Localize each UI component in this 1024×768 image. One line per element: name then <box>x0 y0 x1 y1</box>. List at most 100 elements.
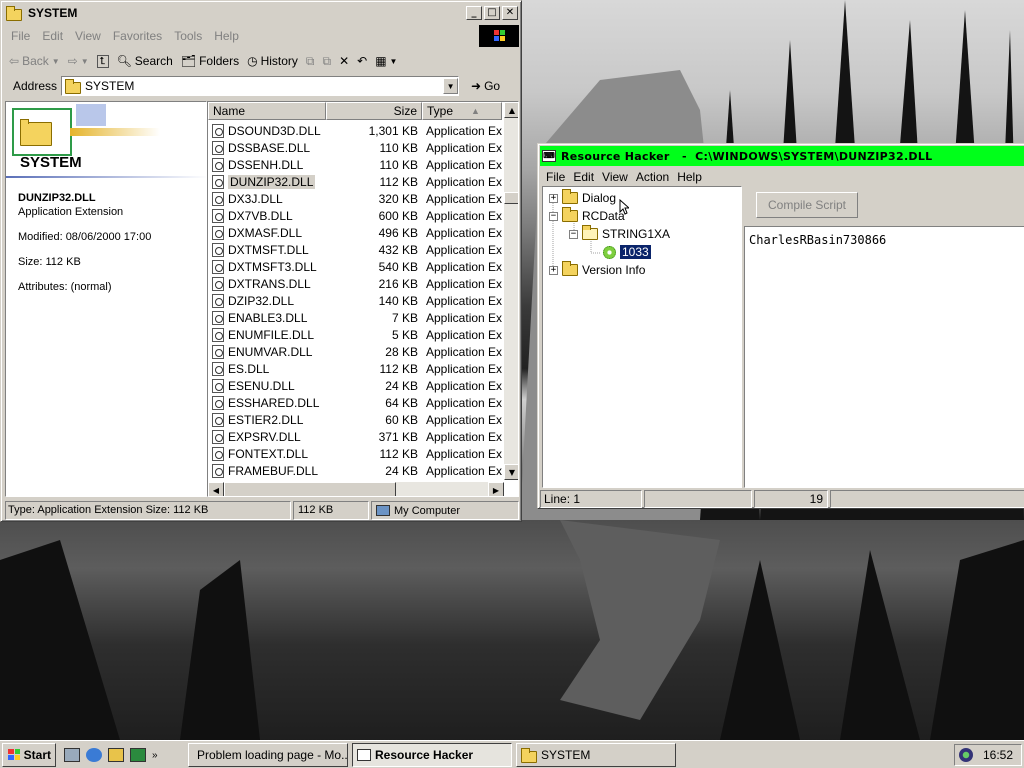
folder-icon <box>65 78 82 94</box>
internet-explorer-icon[interactable] <box>86 748 102 762</box>
menu-action[interactable]: Action <box>632 170 673 184</box>
collapse-icon[interactable]: − <box>549 211 558 221</box>
minimize-button[interactable]: _ <box>466 6 482 20</box>
file-type: Application Exte <box>426 174 502 189</box>
file-name-cell: DSSBASE.DLL <box>208 140 326 155</box>
compile-script-button[interactable]: Compile Script <box>756 192 858 218</box>
address-input[interactable]: SYSTEM ▼ <box>61 76 460 96</box>
go-button[interactable]: ➜ Go <box>467 75 504 97</box>
explorer-titlebar[interactable]: SYSTEM _ □ ✕ <box>4 4 518 22</box>
horizontal-scrollbar[interactable]: ◀ ▶ <box>208 482 504 496</box>
reshacker-titlebar[interactable]: ⌨ Resource Hacker - C:\WINDOWS\SYSTEM\DU… <box>540 146 1024 166</box>
file-name: DZIP32.DLL <box>228 293 295 308</box>
menu-edit[interactable]: Edit <box>569 170 598 184</box>
file-row[interactable]: FONTEXT.DLL 112 KB Application Exte <box>208 445 502 462</box>
task-system[interactable]: SYSTEM <box>516 743 676 767</box>
tree-label-1033: 1033 <box>619 244 652 260</box>
outlook-icon[interactable] <box>108 748 124 762</box>
network-icon[interactable] <box>959 748 973 762</box>
file-row[interactable]: DSSBASE.DLL 110 KB Application Exte <box>208 139 502 156</box>
task-resource-hacker[interactable]: Resource Hacker <box>352 743 512 767</box>
menu-help[interactable]: Help <box>673 170 706 184</box>
tree-item-rcdata[interactable]: − RCData <box>549 207 625 223</box>
file-row[interactable]: DXTRANS.DLL 216 KB Application Exte <box>208 275 502 292</box>
task-resource-hacker-label: Resource Hacker <box>375 748 474 762</box>
expand-icon[interactable]: + <box>549 193 558 203</box>
scroll-right-button[interactable]: ▶ <box>488 482 504 496</box>
start-button[interactable]: Start <box>2 743 56 767</box>
file-row[interactable]: EXPSRV.DLL 371 KB Application Exte <box>208 428 502 445</box>
menu-help[interactable]: Help <box>208 29 245 43</box>
file-row[interactable]: ESENU.DLL 24 KB Application Exte <box>208 377 502 394</box>
menu-file[interactable]: File <box>542 170 569 184</box>
file-row[interactable]: ESSHARED.DLL 64 KB Application Exte <box>208 394 502 411</box>
collapse-icon[interactable]: − <box>569 229 578 239</box>
scroll-thumb[interactable] <box>504 192 518 204</box>
menu-favorites[interactable]: Favorites <box>107 29 168 43</box>
undo-button[interactable]: ↶ <box>353 50 371 72</box>
column-size[interactable]: Size <box>326 102 422 120</box>
vertical-scrollbar[interactable]: ▲ ▼ <box>504 102 518 480</box>
menu-view[interactable]: View <box>598 170 632 184</box>
forward-button[interactable]: ⇨ ▼ <box>64 50 93 72</box>
menu-file[interactable]: File <box>5 29 36 43</box>
tree-item-version-info[interactable]: + Version Info <box>549 261 645 277</box>
menu-view[interactable]: View <box>69 29 107 43</box>
tree-item-string1xa[interactable]: − STRING1XA <box>569 225 670 241</box>
address-dropdown-button[interactable]: ▼ <box>443 78 459 94</box>
file-row[interactable]: ENUMVAR.DLL 28 KB Application Exte <box>208 343 502 360</box>
file-size: 432 KB <box>378 242 418 257</box>
folder-icon <box>562 189 578 204</box>
hscroll-thumb[interactable] <box>224 482 396 496</box>
copy-to-button[interactable]: ⧉ <box>318 50 335 72</box>
views-icon: ▦ <box>375 54 387 68</box>
show-desktop-icon[interactable] <box>64 748 80 762</box>
chevron-right-icon[interactable]: » <box>152 750 158 761</box>
menu-tools[interactable]: Tools <box>168 29 208 43</box>
file-name-cell: ENUMVAR.DLL <box>208 344 326 359</box>
file-size: 7 KB <box>391 310 418 325</box>
scroll-up-button[interactable]: ▲ <box>504 102 518 118</box>
file-row[interactable]: DXTMSFT.DLL 432 KB Application Exte <box>208 241 502 258</box>
folders-button[interactable]: 🗂︎ Folders <box>177 50 243 72</box>
file-row[interactable]: DXTMSFT3.DLL 540 KB Application Exte <box>208 258 502 275</box>
menu-edit[interactable]: Edit <box>36 29 69 43</box>
reshacker-title: Resource Hacker - C:\WINDOWS\SYSTEM\DUNZ… <box>561 149 933 163</box>
file-row[interactable]: ENUMFILE.DLL 5 KB Application Exte <box>208 326 502 343</box>
column-name[interactable]: Name <box>208 102 326 120</box>
file-row[interactable]: DSSENH.DLL 110 KB Application Exte <box>208 156 502 173</box>
scroll-down-button[interactable]: ▼ <box>504 464 518 480</box>
maximize-button[interactable]: □ <box>484 6 500 20</box>
file-row[interactable]: DX7VB.DLL 600 KB Application Exte <box>208 207 502 224</box>
column-type[interactable]: Type ▲ <box>422 102 502 120</box>
file-row[interactable]: ES.DLL 112 KB Application Exte <box>208 360 502 377</box>
task-firefox[interactable]: Problem loading page - Mo... <box>188 743 348 767</box>
file-row[interactable]: DXMASF.DLL 496 KB Application Exte <box>208 224 502 241</box>
views-button[interactable]: ▦ ▼ <box>371 50 401 72</box>
search-icon: 🔍︎ <box>116 54 132 68</box>
tree-item-1033[interactable]: 1033 <box>603 244 652 260</box>
file-row[interactable]: FRAMEBUF.DLL 24 KB Application Exte <box>208 462 502 479</box>
scroll-left-button[interactable]: ◀ <box>208 482 224 496</box>
file-row[interactable]: ENABLE3.DLL 7 KB Application Exte <box>208 309 502 326</box>
resource-tree: + Dialog − RCData − STRING1XA 1033 + Ver… <box>542 186 742 488</box>
media-player-icon[interactable] <box>130 748 146 762</box>
delete-button[interactable]: ✕ <box>335 50 353 72</box>
file-name: DXTRANS.DLL <box>228 276 311 291</box>
file-row[interactable]: DSOUND3D.DLL 1,301 KB Application Exte <box>208 122 502 139</box>
file-row[interactable]: ESTIER2.DLL 60 KB Application Exte <box>208 411 502 428</box>
tree-item-dialog[interactable]: + Dialog <box>549 189 616 205</box>
script-editor[interactable]: CharlesRBasin730866 <box>744 226 1024 488</box>
search-button[interactable]: 🔍︎ Search <box>113 50 177 72</box>
move-to-button[interactable]: ⧉ <box>302 50 319 72</box>
close-button[interactable]: ✕ <box>502 6 518 20</box>
file-row[interactable]: DUNZIP32.DLL 112 KB Application Exte <box>208 173 502 190</box>
history-button[interactable]: ◷ History <box>243 50 302 72</box>
file-type: Application Exte <box>426 293 502 308</box>
up-folder-button[interactable]: ⮤ <box>93 50 113 72</box>
file-row[interactable]: DX3J.DLL 320 KB Application Exte <box>208 190 502 207</box>
back-button[interactable]: ⇦ Back ▼ <box>5 50 64 72</box>
file-row[interactable]: DZIP32.DLL 140 KB Application Exte <box>208 292 502 309</box>
expand-icon[interactable]: + <box>549 265 558 275</box>
file-name-cell: ESENU.DLL <box>208 378 326 393</box>
